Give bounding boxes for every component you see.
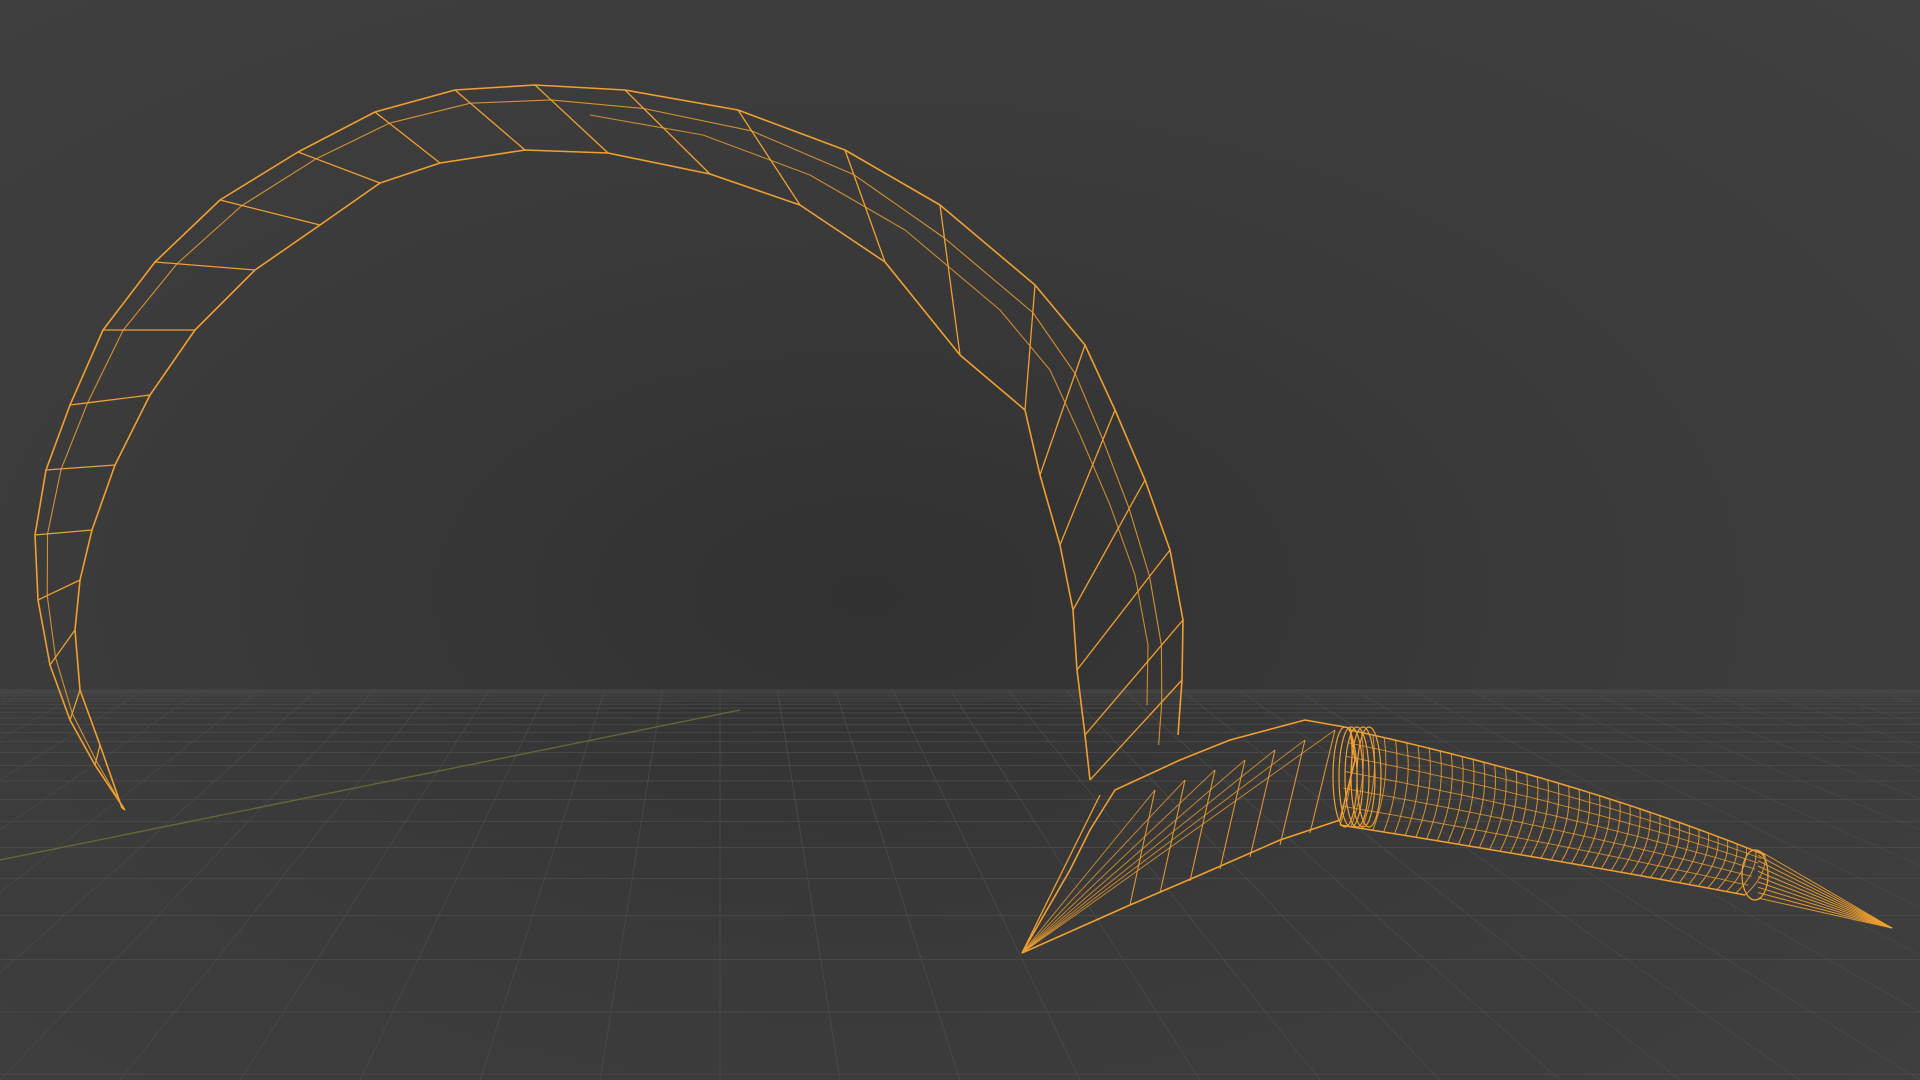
blade-rib <box>241 204 321 226</box>
tang-rib <box>1021 779 1186 954</box>
blade-rib <box>94 760 97 766</box>
handle-bottom-edge <box>1339 824 1746 896</box>
blade-rib <box>45 468 62 471</box>
tang-edge <box>1021 794 1101 954</box>
handle-ring <box>1415 748 1431 838</box>
handle-ring <box>1520 776 1539 855</box>
blade-rib <box>87 394 151 404</box>
blade-rib <box>1128 479 1146 509</box>
tang-rib <box>1219 759 1246 870</box>
blade-rib <box>388 122 441 164</box>
blade-rib <box>1084 644 1162 736</box>
blade-rib <box>1059 439 1104 546</box>
blade-outer-edge <box>34 84 1184 811</box>
blade-rib <box>1072 508 1130 611</box>
blade-rib <box>534 84 552 101</box>
blade-rib <box>49 656 57 666</box>
blade-rib <box>54 629 76 658</box>
pommel-spike-edge <box>1757 860 1893 929</box>
tang-rib <box>1021 759 1246 954</box>
blade-rib <box>95 744 101 761</box>
scythe-wireframe-mesh[interactable] <box>0 0 1920 1080</box>
blade-rib <box>37 595 48 601</box>
blade-rib <box>71 689 81 714</box>
blade-rib <box>643 108 711 175</box>
handle-ring <box>1600 802 1621 870</box>
blade-rib <box>297 151 317 160</box>
blade-rib <box>154 261 178 265</box>
pommel-spike-edge <box>1757 870 1893 929</box>
blade-rib <box>1161 679 1183 703</box>
handle-ring <box>1590 798 1611 868</box>
handle-ring <box>1581 795 1601 866</box>
blade-rib <box>374 111 390 124</box>
blade-rib <box>1102 409 1116 440</box>
handle-ring <box>1404 745 1420 836</box>
blade-rib <box>853 174 886 263</box>
tang-rib <box>1159 779 1186 894</box>
blade-edge-loop <box>589 114 1149 706</box>
handle-ring <box>1560 789 1580 862</box>
tang-rib <box>1021 749 1276 954</box>
tang-rib <box>1021 729 1336 954</box>
tang-outline <box>1021 719 1356 954</box>
pommel-spike-edge <box>1757 854 1893 929</box>
tang-rib <box>1021 769 1216 954</box>
blade-rib <box>1149 549 1171 577</box>
blade-rib <box>46 579 81 597</box>
blade-rib <box>939 204 946 239</box>
blade-rib <box>176 263 256 271</box>
blade-rib <box>69 713 73 721</box>
handle-ring <box>1426 750 1442 840</box>
tang-rib <box>1021 739 1306 954</box>
blade-rib <box>1076 576 1151 671</box>
pommel-spike-edge <box>1757 892 1893 929</box>
blade-rib <box>34 533 48 536</box>
handle-ring <box>1509 773 1528 854</box>
pommel-spike-edge <box>1757 865 1893 929</box>
blade-rib <box>1024 312 1034 411</box>
handle-ring <box>1540 783 1560 859</box>
pommel-spike-edge <box>1757 886 1893 929</box>
blade-rib <box>69 402 88 406</box>
blade-rib <box>454 89 471 104</box>
tang-rib <box>1021 789 1156 954</box>
blade-rib <box>1089 701 1163 781</box>
blade-inner-edge <box>74 149 1091 809</box>
blade-rib <box>469 102 526 151</box>
blade-rib <box>219 199 243 207</box>
blade-rib <box>1039 373 1076 476</box>
blade-rib <box>1032 284 1036 313</box>
blade-rib <box>550 99 609 154</box>
tang-rib <box>1189 769 1216 882</box>
tang-rib <box>1249 749 1276 858</box>
handle-ring <box>1499 770 1518 852</box>
handle-ring <box>1530 780 1549 857</box>
handle-ring <box>1610 805 1631 871</box>
handle-ring <box>1550 786 1570 861</box>
blade-rib <box>47 529 93 535</box>
blade-rib <box>1160 619 1184 646</box>
blade-rib <box>1074 344 1086 374</box>
handle-ring <box>1570 792 1591 864</box>
blade-rib <box>315 158 381 184</box>
blade-rib <box>61 464 116 470</box>
blade-rib <box>751 130 801 206</box>
3d-viewport[interactable] <box>0 0 1920 1080</box>
